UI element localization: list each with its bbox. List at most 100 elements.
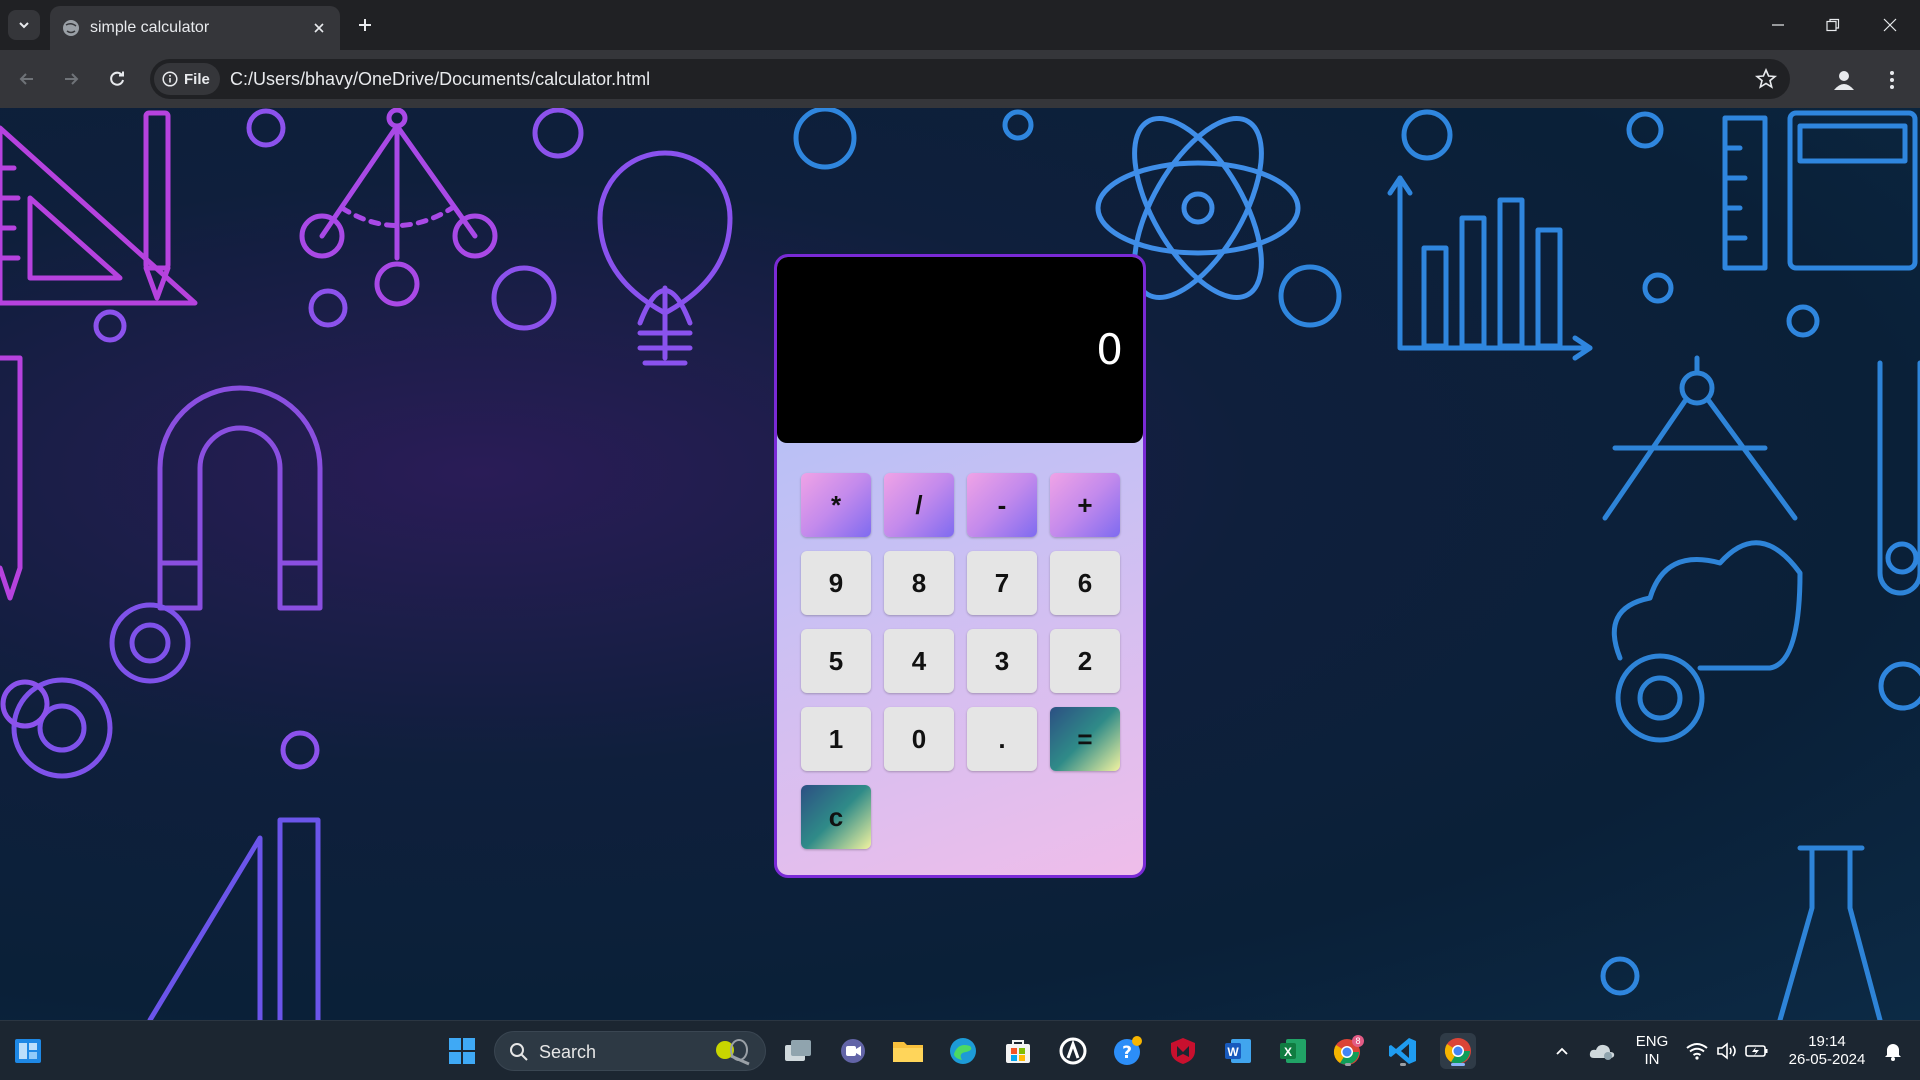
flask-icon [1777, 845, 1883, 1020]
notifications-button[interactable] [1876, 1033, 1910, 1069]
windows-logo-icon [449, 1038, 475, 1064]
task-view-button[interactable] [780, 1033, 816, 1069]
cloud-gear-icon [1611, 540, 1803, 743]
digit-5-button[interactable]: 5 [801, 629, 871, 693]
browser-tab[interactable]: simple calculator [50, 6, 340, 50]
minimize-button[interactable] [1760, 10, 1796, 40]
add-button[interactable]: + [1050, 473, 1120, 537]
help-icon: ? [1114, 1036, 1142, 1065]
profile-icon[interactable] [1830, 66, 1858, 94]
decimal-button[interactable]: . [967, 707, 1037, 771]
calculator-outline-icon [1722, 110, 1918, 271]
mcafee-button[interactable] [1165, 1033, 1201, 1069]
svg-text:X: X [1284, 1045, 1292, 1059]
restore-button[interactable] [1815, 10, 1851, 40]
wifi-icon [1686, 1043, 1708, 1060]
running-indicator [1345, 1063, 1351, 1066]
start-button[interactable] [444, 1033, 480, 1069]
folder-icon [893, 1042, 923, 1062]
calculator: 0 * / - + 9 8 7 6 5 4 3 2 1 0 . = c [774, 254, 1146, 878]
reload-button[interactable] [102, 64, 132, 94]
molecule-icon [299, 108, 498, 307]
vscode-button[interactable] [1385, 1033, 1421, 1069]
tennis-racket-icon [716, 1039, 750, 1066]
minimize-icon [1772, 24, 1784, 26]
microsoft-store-button[interactable] [1000, 1033, 1036, 1069]
digit-0-button[interactable]: 0 [884, 707, 954, 771]
arrow-right-icon [65, 73, 79, 85]
digit-7-button[interactable]: 7 [967, 551, 1037, 615]
word-icon: W [1225, 1039, 1251, 1063]
speaker-icon [1717, 1042, 1736, 1060]
divide-button[interactable]: / [884, 473, 954, 537]
site-info-chip[interactable]: File [154, 63, 220, 95]
close-window-button[interactable] [1872, 10, 1908, 40]
onedrive-button[interactable] [1584, 1033, 1620, 1069]
clock[interactable]: 19:14 26-05-2024 [1780, 1033, 1874, 1069]
close-icon [1883, 18, 1897, 32]
active-app-indicator [1451, 1063, 1465, 1066]
bookmark-star-icon[interactable] [1754, 67, 1778, 91]
forward-button[interactable] [56, 64, 86, 94]
taskbar-search[interactable]: Search [494, 1031, 766, 1071]
subtract-button[interactable]: - [967, 473, 1037, 537]
search-label: Search [539, 1042, 597, 1062]
digit-3-button[interactable]: 3 [967, 629, 1037, 693]
region-label: IN [1644, 1051, 1660, 1068]
battery-button[interactable] [1740, 1033, 1774, 1069]
chrome-icon [1444, 1038, 1471, 1064]
new-tab-button[interactable] [352, 12, 378, 38]
widgets-button[interactable] [10, 1033, 46, 1069]
shield-icon [1171, 1038, 1195, 1064]
teams-chat-button[interactable] [835, 1033, 871, 1069]
digit-9-button[interactable]: 9 [801, 551, 871, 615]
language-label: ENG [1635, 1033, 1669, 1050]
address-bar[interactable]: File C:/Users/bhavy/OneDrive/Documents/c… [150, 59, 1790, 99]
chrome-profile-button[interactable]: 8 [1330, 1033, 1366, 1069]
url-text[interactable]: C:/Users/bhavy/OneDrive/Documents/calcul… [230, 69, 650, 90]
digit-2-button[interactable]: 2 [1050, 629, 1120, 693]
digit-6-button[interactable]: 6 [1050, 551, 1120, 615]
drawing-compass-icon [1602, 355, 1798, 521]
tab-search-button[interactable] [8, 10, 40, 40]
clear-button[interactable]: c [801, 785, 871, 849]
plus-icon [359, 19, 371, 31]
digit-4-button[interactable]: 4 [884, 629, 954, 693]
app-launcher-button[interactable] [1055, 1033, 1091, 1069]
tab-title: simple calculator [90, 19, 210, 36]
language-indicator[interactable]: ENG IN [1632, 1033, 1672, 1069]
display-value: 0 [1096, 325, 1123, 374]
help-app-button[interactable]: ? [1110, 1033, 1146, 1069]
cloud-icon [1589, 1044, 1615, 1060]
browser-menu-button[interactable] [1878, 66, 1906, 94]
pencil-icon [143, 110, 171, 301]
browser-toolbar: File C:/Users/bhavy/OneDrive/Documents/c… [0, 50, 1920, 108]
app-icon [1059, 1037, 1087, 1065]
close-icon [314, 23, 324, 33]
search-icon [510, 1043, 528, 1061]
magnet-icon [157, 385, 323, 611]
file-explorer-button[interactable] [890, 1033, 926, 1069]
wifi-button[interactable] [1680, 1033, 1714, 1069]
back-button[interactable] [12, 64, 42, 94]
tab-strip: simple calculator [0, 0, 1920, 50]
widgets-icon [15, 1039, 41, 1063]
globe-icon [63, 20, 79, 36]
svg-text:W: W [1227, 1045, 1239, 1059]
tab-close-button[interactable] [308, 17, 330, 39]
chrome-button[interactable] [1440, 1033, 1476, 1069]
restore-icon [1826, 18, 1840, 32]
show-hidden-icons-button[interactable] [1544, 1033, 1580, 1069]
excel-button[interactable]: X [1275, 1033, 1311, 1069]
digit-1-button[interactable]: 1 [801, 707, 871, 771]
volume-button[interactable] [1710, 1033, 1744, 1069]
chevron-up-icon [1556, 1047, 1568, 1055]
edge-button[interactable] [945, 1033, 981, 1069]
word-button[interactable]: W [1220, 1033, 1256, 1069]
svg-text:?: ? [1122, 1043, 1132, 1063]
running-indicator [1400, 1063, 1406, 1066]
multiply-button[interactable]: * [801, 473, 871, 537]
arrow-left-icon [19, 73, 33, 85]
equals-button[interactable]: = [1050, 707, 1120, 771]
digit-8-button[interactable]: 8 [884, 551, 954, 615]
